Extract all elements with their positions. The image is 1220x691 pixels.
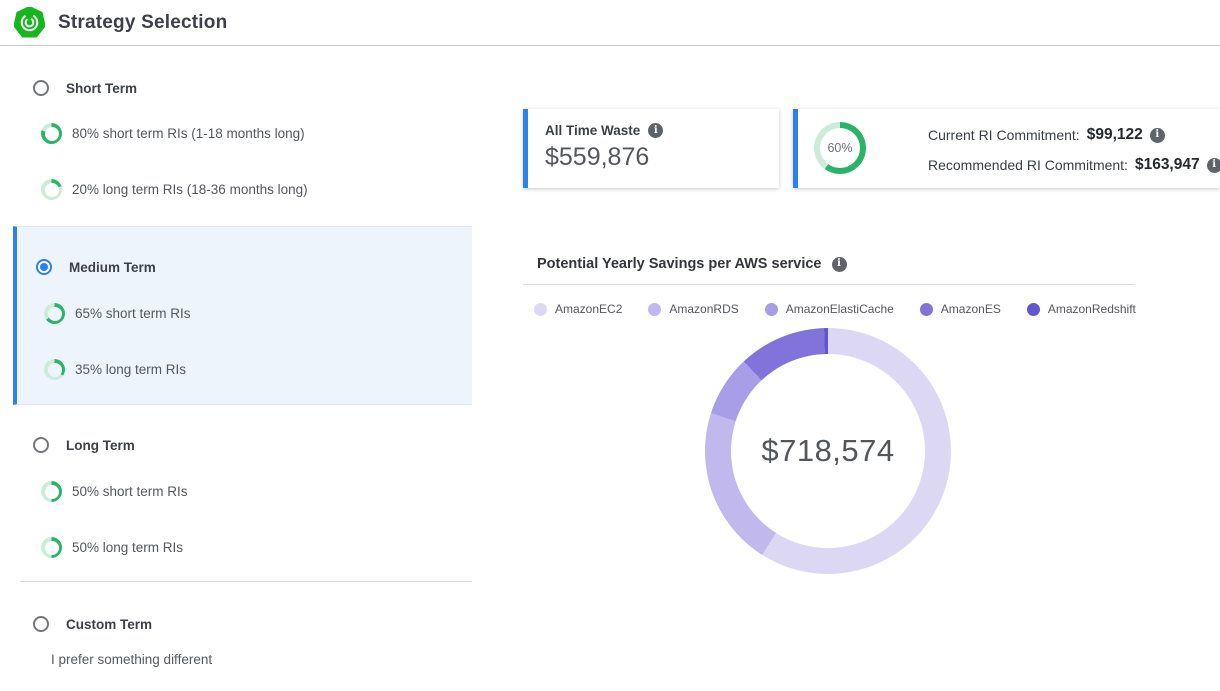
legend-label: AmazonEC2 xyxy=(555,302,622,316)
legend-label: AmazonRDS xyxy=(669,302,738,316)
current-commitment-label: Current RI Commitment: xyxy=(928,127,1080,143)
legend-dot-icon xyxy=(648,303,661,316)
allocation-label: 80% short term RIs (1-18 months long) xyxy=(72,126,305,141)
legend-dot-icon xyxy=(920,303,933,316)
strategy-short-term[interactable]: Short Term xyxy=(33,80,137,96)
allocation-label: 20% long term RIs (18-36 months long) xyxy=(72,182,308,197)
commitment-progress-label: 60% xyxy=(814,122,866,174)
page-title: Strategy Selection xyxy=(58,12,227,34)
allocation-label: 50% short term RIs xyxy=(72,484,188,499)
legend-label: AmazonES xyxy=(941,302,1001,316)
allocation-row: 50% long term RIs xyxy=(41,537,183,558)
strategy-label: Short Term xyxy=(66,81,137,96)
commitment-progress-ring: 60% xyxy=(814,122,866,174)
allocation-row: 80% short term RIs (1-18 months long) xyxy=(41,123,305,144)
allocation-row: 35% long term RIs xyxy=(44,359,186,380)
current-commitment-value: $99,122 xyxy=(1087,126,1143,144)
allocation-row: 50% short term RIs xyxy=(41,481,188,502)
legend-dot-icon xyxy=(765,303,778,316)
legend-label: AmazonElastiCache xyxy=(786,302,894,316)
strategy-custom-term[interactable]: Custom Term xyxy=(33,616,152,632)
allocation-row: 20% long term RIs (18-36 months long) xyxy=(41,179,308,200)
donut-hole: $718,574 xyxy=(731,354,925,548)
allocation-ring-icon xyxy=(41,179,62,200)
allocation-label: 35% long term RIs xyxy=(75,362,186,377)
strategy-medium-term-selected-box[interactable]: Medium Term 65% short term RIs 35% long … xyxy=(13,226,472,405)
recommended-commitment-label: Recommended RI Commitment: xyxy=(928,157,1128,173)
strategy-label: Long Term xyxy=(66,438,135,453)
recommended-commitment-value: $163,947 xyxy=(1135,156,1200,174)
chart-header: Potential Yearly Savings per AWS service… xyxy=(537,256,847,272)
info-icon[interactable]: i xyxy=(648,123,663,138)
current-commitment-line: Current RI Commitment: $99,122 i xyxy=(928,125,1165,145)
strategy-label: Custom Term xyxy=(66,617,152,632)
legend-item-amazonredshift[interactable]: AmazonRedshift xyxy=(1027,302,1136,316)
legend-item-amazonrds[interactable]: AmazonRDS xyxy=(648,302,738,316)
ri-commitment-card: 60% Current RI Commitment: $99,122 i Rec… xyxy=(793,109,1220,188)
allocation-ring-icon xyxy=(44,359,65,380)
allocation-label: 65% short term RIs xyxy=(75,306,191,321)
allocation-row: 65% short term RIs xyxy=(44,303,191,324)
radio-short-term[interactable] xyxy=(33,80,49,96)
waste-card-value: $559,876 xyxy=(545,143,779,172)
legend-item-amazonec2[interactable]: AmazonEC2 xyxy=(534,302,622,316)
strategy-medium-term[interactable]: Medium Term xyxy=(36,259,156,275)
section-divider xyxy=(20,581,472,582)
chart-divider xyxy=(523,284,1135,285)
radio-medium-term[interactable] xyxy=(36,259,52,275)
legend-dot-icon xyxy=(534,303,547,316)
app-logo-icon xyxy=(14,7,45,38)
chart-title: Potential Yearly Savings per AWS service xyxy=(537,256,822,272)
waste-card-title: All Time Waste xyxy=(545,123,640,138)
allocation-ring-icon xyxy=(41,481,62,502)
recommended-commitment-line: Recommended RI Commitment: $163,947 i xyxy=(928,155,1220,175)
info-icon[interactable]: i xyxy=(1150,128,1165,143)
info-icon[interactable]: i xyxy=(1207,158,1220,173)
allocation-ring-icon xyxy=(41,123,62,144)
strategy-label: Medium Term xyxy=(69,260,156,275)
allocation-ring-icon xyxy=(44,303,65,324)
strategy-long-term[interactable]: Long Term xyxy=(33,437,135,453)
all-time-waste-card: All Time Waste i $559,876 xyxy=(523,109,779,188)
radio-custom-term[interactable] xyxy=(33,616,49,632)
custom-term-subtext: I prefer something different xyxy=(51,652,212,667)
allocation-label: 50% long term RIs xyxy=(72,540,183,555)
strategy-selection-page: Strategy Selection Short Term 80% short … xyxy=(0,0,1220,691)
radio-long-term[interactable] xyxy=(33,437,49,453)
chart-legend: AmazonEC2 AmazonRDS AmazonElastiCache Am… xyxy=(534,302,1136,316)
savings-donut-chart[interactable]: $718,574 xyxy=(705,328,951,574)
legend-label: AmazonRedshift xyxy=(1048,302,1136,316)
legend-item-amazones[interactable]: AmazonES xyxy=(920,302,1001,316)
app-header: Strategy Selection xyxy=(0,0,1220,46)
legend-dot-icon xyxy=(1027,303,1040,316)
legend-item-amazonelasticache[interactable]: AmazonElastiCache xyxy=(765,302,894,316)
allocation-ring-icon xyxy=(41,537,62,558)
donut-center-value: $718,574 xyxy=(761,433,894,469)
info-icon[interactable]: i xyxy=(832,257,847,272)
